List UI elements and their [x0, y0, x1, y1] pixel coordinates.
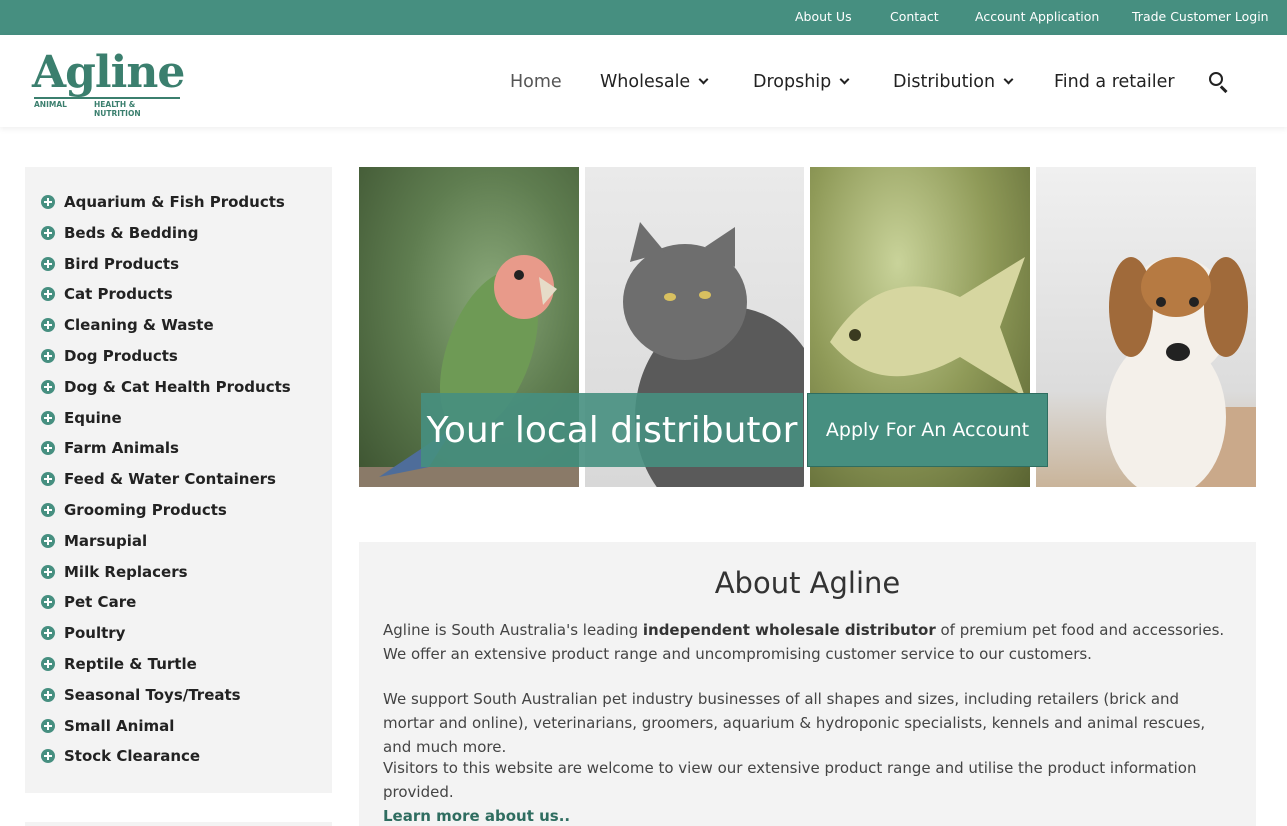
category-item[interactable]: Dog Products — [41, 345, 178, 367]
category-label: Dog & Cat Health Products — [64, 378, 291, 396]
plus-circle-icon — [41, 257, 55, 271]
category-label: Milk Replacers — [64, 563, 188, 581]
plus-circle-icon — [41, 472, 55, 486]
chevron-down-icon — [1003, 74, 1014, 85]
about-p3-text: Visitors to this website are welcome to … — [383, 759, 1197, 801]
plus-circle-icon — [41, 411, 55, 425]
category-label: Feed & Water Containers — [64, 470, 276, 488]
category-label: Reptile & Turtle — [64, 655, 197, 673]
top-link-contact[interactable]: Contact — [890, 9, 939, 24]
nav-home[interactable]: Home — [510, 72, 562, 92]
about-p1-text: Agline is South Australia's leading — [383, 621, 643, 639]
category-item[interactable]: Small Animal — [41, 715, 174, 737]
category-label: Equine — [64, 409, 122, 427]
agline-logo[interactable]: Agline ANIMAL HEALTH & NUTRITION — [32, 47, 185, 118]
category-label: Beds & Bedding — [64, 224, 199, 242]
plus-circle-icon — [41, 318, 55, 332]
category-label: Small Animal — [64, 717, 175, 735]
plus-circle-icon — [41, 719, 55, 733]
plus-circle-icon — [41, 287, 55, 301]
category-item[interactable]: Stock Clearance — [41, 745, 200, 767]
category-item[interactable]: Aquarium & Fish Products — [41, 191, 285, 213]
learn-more-link[interactable]: Learn more about us.. — [383, 807, 570, 825]
plus-circle-icon — [41, 534, 55, 548]
about-paragraph-2: We support South Australian pet industry… — [383, 690, 1206, 756]
top-link-account-application[interactable]: Account Application — [975, 9, 1099, 24]
top-link-about-us[interactable]: About Us — [795, 9, 852, 24]
category-item[interactable]: Bird Products — [41, 253, 179, 275]
category-label: Cleaning & Waste — [64, 316, 214, 334]
category-label: Aquarium & Fish Products — [64, 193, 285, 211]
nav-wholesale[interactable]: Wholesale — [600, 72, 709, 92]
hero-banner: Your local distributor Apply For An Acco… — [359, 167, 1256, 487]
category-label: Grooming Products — [64, 501, 227, 519]
category-item[interactable]: Equine — [41, 407, 122, 429]
category-item[interactable]: Poultry — [41, 622, 125, 644]
about-title: About Agline — [714, 566, 901, 600]
about-p1-strong: independent wholesale distributor — [642, 621, 936, 639]
category-item[interactable]: Grooming Products — [41, 499, 227, 521]
category-label: Cat Products — [64, 285, 173, 303]
main-header: Agline ANIMAL HEALTH & NUTRITION Home Wh… — [0, 35, 1287, 127]
chevron-down-icon — [698, 74, 709, 85]
dog-illustration — [1106, 257, 1256, 487]
category-item[interactable]: Seasonal Toys/Treats — [41, 684, 241, 706]
category-label: Pet Care — [64, 593, 137, 611]
nav-distribution-label: Distribution — [893, 72, 996, 92]
category-item[interactable]: Beds & Bedding — [41, 222, 198, 244]
nav-find-retailer[interactable]: Find a retailer — [1054, 72, 1175, 92]
plus-circle-icon — [41, 595, 55, 609]
category-label: Dog Products — [64, 347, 178, 365]
top-link-trade-customer-login[interactable]: Trade Customer Login — [1132, 9, 1269, 24]
search-icon-handle — [1220, 85, 1228, 93]
category-label: Poultry — [64, 624, 126, 642]
category-item[interactable]: Farm Animals — [41, 437, 179, 459]
category-item[interactable]: Cleaning & Waste — [41, 314, 214, 336]
search-icon-ring — [1209, 72, 1223, 86]
category-label: Bird Products — [64, 255, 180, 273]
nav-wholesale-label: Wholesale — [600, 72, 691, 92]
category-item[interactable]: Marsupial — [41, 530, 147, 552]
nav-home-label: Home — [510, 72, 562, 92]
category-item[interactable]: Pet Care — [41, 591, 136, 613]
hero-tagline: Your local distributor — [421, 393, 803, 467]
plus-circle-icon — [41, 441, 55, 455]
search-icon[interactable] — [1209, 72, 1229, 93]
plus-circle-icon — [41, 503, 55, 517]
about-section: About Agline Agline is South Australia's… — [359, 542, 1256, 826]
category-label: Stock Clearance — [64, 747, 201, 765]
plus-circle-icon — [41, 380, 55, 394]
category-item[interactable]: Reptile & Turtle — [41, 653, 197, 675]
category-label: Seasonal Toys/Treats — [64, 686, 241, 704]
about-paragraph-1: Agline is South Australia's leading inde… — [383, 618, 1233, 666]
top-bar: About Us Contact Account Application Tra… — [0, 0, 1287, 35]
category-label: Farm Animals — [64, 439, 179, 457]
category-item[interactable]: Milk Replacers — [41, 561, 188, 583]
plus-circle-icon — [41, 749, 55, 763]
category-item[interactable]: Dog & Cat Health Products — [41, 376, 291, 398]
sidebar-secondary-panel — [25, 822, 332, 826]
chevron-down-icon — [839, 74, 850, 85]
plus-circle-icon — [41, 626, 55, 640]
nav-distribution[interactable]: Distribution — [893, 72, 1014, 92]
category-label: Marsupial — [64, 532, 148, 550]
apply-for-account-button[interactable]: Apply For An Account — [807, 393, 1048, 467]
logo-tag-left: ANIMAL — [34, 100, 67, 109]
plus-circle-icon — [41, 657, 55, 671]
logo-wordmark: Agline — [32, 47, 185, 98]
category-sidebar: Aquarium & Fish Products Beds & Bedding … — [25, 167, 332, 793]
plus-circle-icon — [41, 349, 55, 363]
about-paragraph-3: Visitors to this website are welcome to … — [383, 756, 1233, 826]
plus-circle-icon — [41, 195, 55, 209]
nav-dropship[interactable]: Dropship — [753, 72, 850, 92]
category-item[interactable]: Cat Products — [41, 283, 173, 305]
category-item[interactable]: Feed & Water Containers — [41, 468, 276, 490]
plus-circle-icon — [41, 565, 55, 579]
hero-image-dog — [1036, 167, 1256, 487]
logo-tag-right: HEALTH & NUTRITION — [94, 100, 141, 118]
plus-circle-icon — [41, 688, 55, 702]
logo-underline — [34, 97, 180, 99]
nav-dropship-label: Dropship — [753, 72, 832, 92]
plus-circle-icon — [41, 226, 55, 240]
